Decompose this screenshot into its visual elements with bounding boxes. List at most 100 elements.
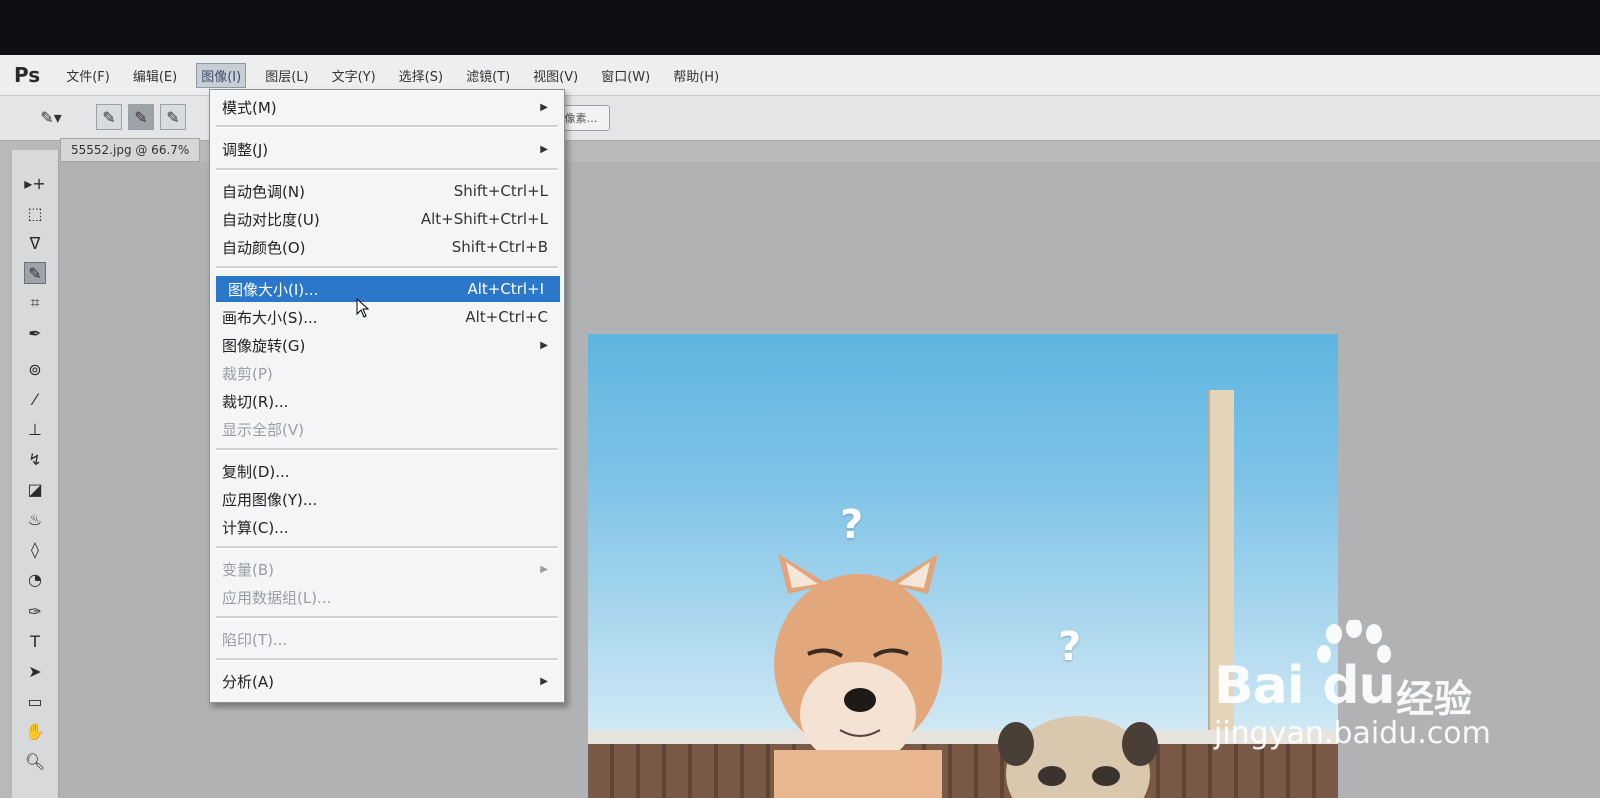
- menu-separator: [216, 448, 558, 451]
- lasso-icon[interactable]: ᐁ: [24, 232, 46, 254]
- menu-row-label: 调整(J): [222, 140, 269, 159]
- menu-window[interactable]: 窗口(W): [597, 64, 654, 87]
- menu-row-shortcut: Shift+Ctrl+L: [453, 182, 548, 200]
- baidu-watermark: Bai.du 经验 jingyan.baidu.com: [1214, 620, 1514, 770]
- menu-select[interactable]: 选择(S): [395, 64, 447, 87]
- watermark-jingyan: 经验: [1396, 677, 1473, 721]
- toolbox: ▸+ ⬚ ᐁ ✎ ⌗ ✒ ⊚ ⁄ ⊥ ↯ ◪ ♨ ◊ ◔ ✑ T ➤ ▭ ✋ 🔍…: [12, 150, 59, 798]
- menu-row-label: 应用图像(Y)...: [222, 490, 318, 509]
- menu-separator: [216, 125, 558, 128]
- menu-row-shortcut: Alt+Ctrl+I: [467, 280, 544, 298]
- watermark-brand: Bai.du: [1214, 656, 1396, 716]
- menu-row-reveal-all: 显示全部(V): [210, 416, 564, 442]
- question-mark-2: ?: [1058, 624, 1082, 670]
- menu-row-crop: 裁剪(P): [210, 360, 564, 386]
- watermark-url: jingyan.baidu.com: [1214, 716, 1491, 751]
- menu-row-shortcut: Shift+Ctrl+B: [451, 238, 548, 256]
- menu-row-label: 裁剪(P): [222, 364, 273, 383]
- history-brush-icon[interactable]: ↯: [24, 448, 46, 470]
- menu-row-label: 分析(A): [222, 672, 274, 691]
- menu-row-label: 图像大小(I)...: [228, 280, 319, 299]
- brush-icon[interactable]: ⁄: [24, 388, 46, 410]
- crop-icon[interactable]: ⌗: [24, 292, 46, 314]
- menu-row-label: 自动色调(N): [222, 182, 305, 201]
- menu-row-shortcut: Alt+Shift+Ctrl+L: [420, 210, 548, 228]
- menu-separator: [216, 616, 558, 619]
- move-icon[interactable]: ▸+: [24, 172, 46, 194]
- submenu-arrow-icon: ▶: [540, 563, 548, 575]
- menu-row-duplicate[interactable]: 复制(D)...: [210, 458, 564, 484]
- watermark-brand-part2: du: [1322, 656, 1395, 716]
- eyedropper-icon[interactable]: ✒: [24, 322, 46, 344]
- ps-logo: Ps: [14, 63, 41, 87]
- menu-type[interactable]: 文字(Y): [328, 64, 380, 87]
- menu-edit[interactable]: 编辑(E): [129, 64, 181, 87]
- document-tab[interactable]: 55552.jpg @ 66.7%: [60, 138, 200, 162]
- question-mark-1: ?: [840, 502, 864, 548]
- menu-row-label: 模式(M): [222, 98, 277, 117]
- menu-row-shortcut: Alt+Ctrl+C: [465, 308, 548, 326]
- marquee-icon[interactable]: ⬚: [24, 202, 46, 224]
- menu-separator: [216, 658, 558, 661]
- quick-select-icon[interactable]: ✎: [24, 262, 46, 284]
- menu-row-label: 显示全部(V): [222, 420, 304, 439]
- gradient-icon[interactable]: ♨: [24, 508, 46, 530]
- menu-row-auto-color[interactable]: 自动颜色(O) Shift+Ctrl+B: [210, 234, 564, 260]
- dodge-icon[interactable]: ◔: [24, 568, 46, 590]
- hand-icon[interactable]: ✋: [24, 720, 46, 742]
- menu-row-adjust[interactable]: 调整(J) ▶: [210, 136, 564, 162]
- image-menu-dropdown: 模式(M) ▶ 调整(J) ▶ 自动色调(N) Shift+Ctrl+L 自动对…: [209, 89, 565, 703]
- menu-separator: [216, 546, 558, 549]
- menu-row-image-rotation[interactable]: 图像旋转(G) ▶: [210, 332, 564, 358]
- type-icon[interactable]: T: [24, 630, 46, 652]
- menu-row-analysis[interactable]: 分析(A) ▶: [210, 668, 564, 694]
- brush-active-icon[interactable]: ✎: [128, 104, 154, 130]
- path-select-icon[interactable]: ➤: [24, 660, 46, 682]
- menu-row-label: 陷印(T)...: [222, 630, 288, 649]
- menu-row-calculations[interactable]: 计算(C)...: [210, 514, 564, 540]
- menu-filter[interactable]: 滤镜(T): [462, 64, 514, 87]
- menu-row-label: 计算(C)...: [222, 518, 289, 537]
- menu-layer[interactable]: 图层(L): [261, 64, 312, 87]
- menu-view[interactable]: 视图(V): [529, 64, 582, 87]
- submenu-arrow-icon: ▶: [540, 143, 548, 155]
- menu-row-auto-tone[interactable]: 自动色调(N) Shift+Ctrl+L: [210, 178, 564, 204]
- watermark-brand-part1: Bai: [1214, 656, 1305, 716]
- zoom-icon[interactable]: 🔍︎: [24, 750, 46, 772]
- menu-image[interactable]: 图像(I): [196, 62, 247, 88]
- menu-row-label: 自动对比度(U): [222, 210, 320, 229]
- menu-separator: [216, 168, 558, 171]
- brush-mode-icon[interactable]: ✎: [96, 104, 122, 130]
- blur-icon[interactable]: ◊: [24, 538, 46, 560]
- menu-row-canvas-size[interactable]: 画布大小(S)... Alt+Ctrl+C: [210, 304, 564, 330]
- menu-row-trap: 陷印(T)...: [210, 626, 564, 652]
- healing-icon[interactable]: ⊚: [24, 358, 46, 380]
- menu-row-apply-data-set: 应用数据组(L)...: [210, 584, 564, 610]
- brush-alt-icon[interactable]: ✎: [160, 104, 186, 130]
- menu-row-label: 复制(D)...: [222, 462, 290, 481]
- menu-row-trim[interactable]: 裁切(R)...: [210, 388, 564, 414]
- menu-row-variables: 变量(B) ▶: [210, 556, 564, 582]
- menu-row-apply-image[interactable]: 应用图像(Y)...: [210, 486, 564, 512]
- menu-separator: [216, 266, 558, 269]
- mouse-cursor-icon: [356, 298, 370, 318]
- menu-row-mode[interactable]: 模式(M) ▶: [210, 94, 564, 120]
- menu-help[interactable]: 帮助(H): [669, 64, 723, 87]
- menu-row-label: 自动颜色(O): [222, 238, 306, 257]
- menu-row-auto-contrast[interactable]: 自动对比度(U) Alt+Shift+Ctrl+L: [210, 206, 564, 232]
- menu-row-label: 应用数据组(L)...: [222, 588, 332, 607]
- pen-icon[interactable]: ✑: [24, 600, 46, 622]
- submenu-arrow-icon: ▶: [540, 101, 548, 113]
- shape-icon[interactable]: ▭: [24, 690, 46, 712]
- menu-file[interactable]: 文件(F): [62, 64, 114, 87]
- menu-row-label: 裁切(R)...: [222, 392, 289, 411]
- submenu-arrow-icon: ▶: [540, 339, 548, 351]
- menu-row-label: 变量(B): [222, 560, 274, 579]
- menu-row-label: 画布大小(S)...: [222, 308, 318, 327]
- pug-dog-image: [998, 716, 1158, 798]
- submenu-arrow-icon: ▶: [540, 675, 548, 687]
- eraser-icon[interactable]: ◪: [24, 478, 46, 500]
- brush-preset-icon[interactable]: ✎▾: [38, 104, 64, 130]
- menu-row-image-size[interactable]: 图像大小(I)... Alt+Ctrl+I: [216, 276, 560, 302]
- stamp-icon[interactable]: ⊥: [24, 418, 46, 440]
